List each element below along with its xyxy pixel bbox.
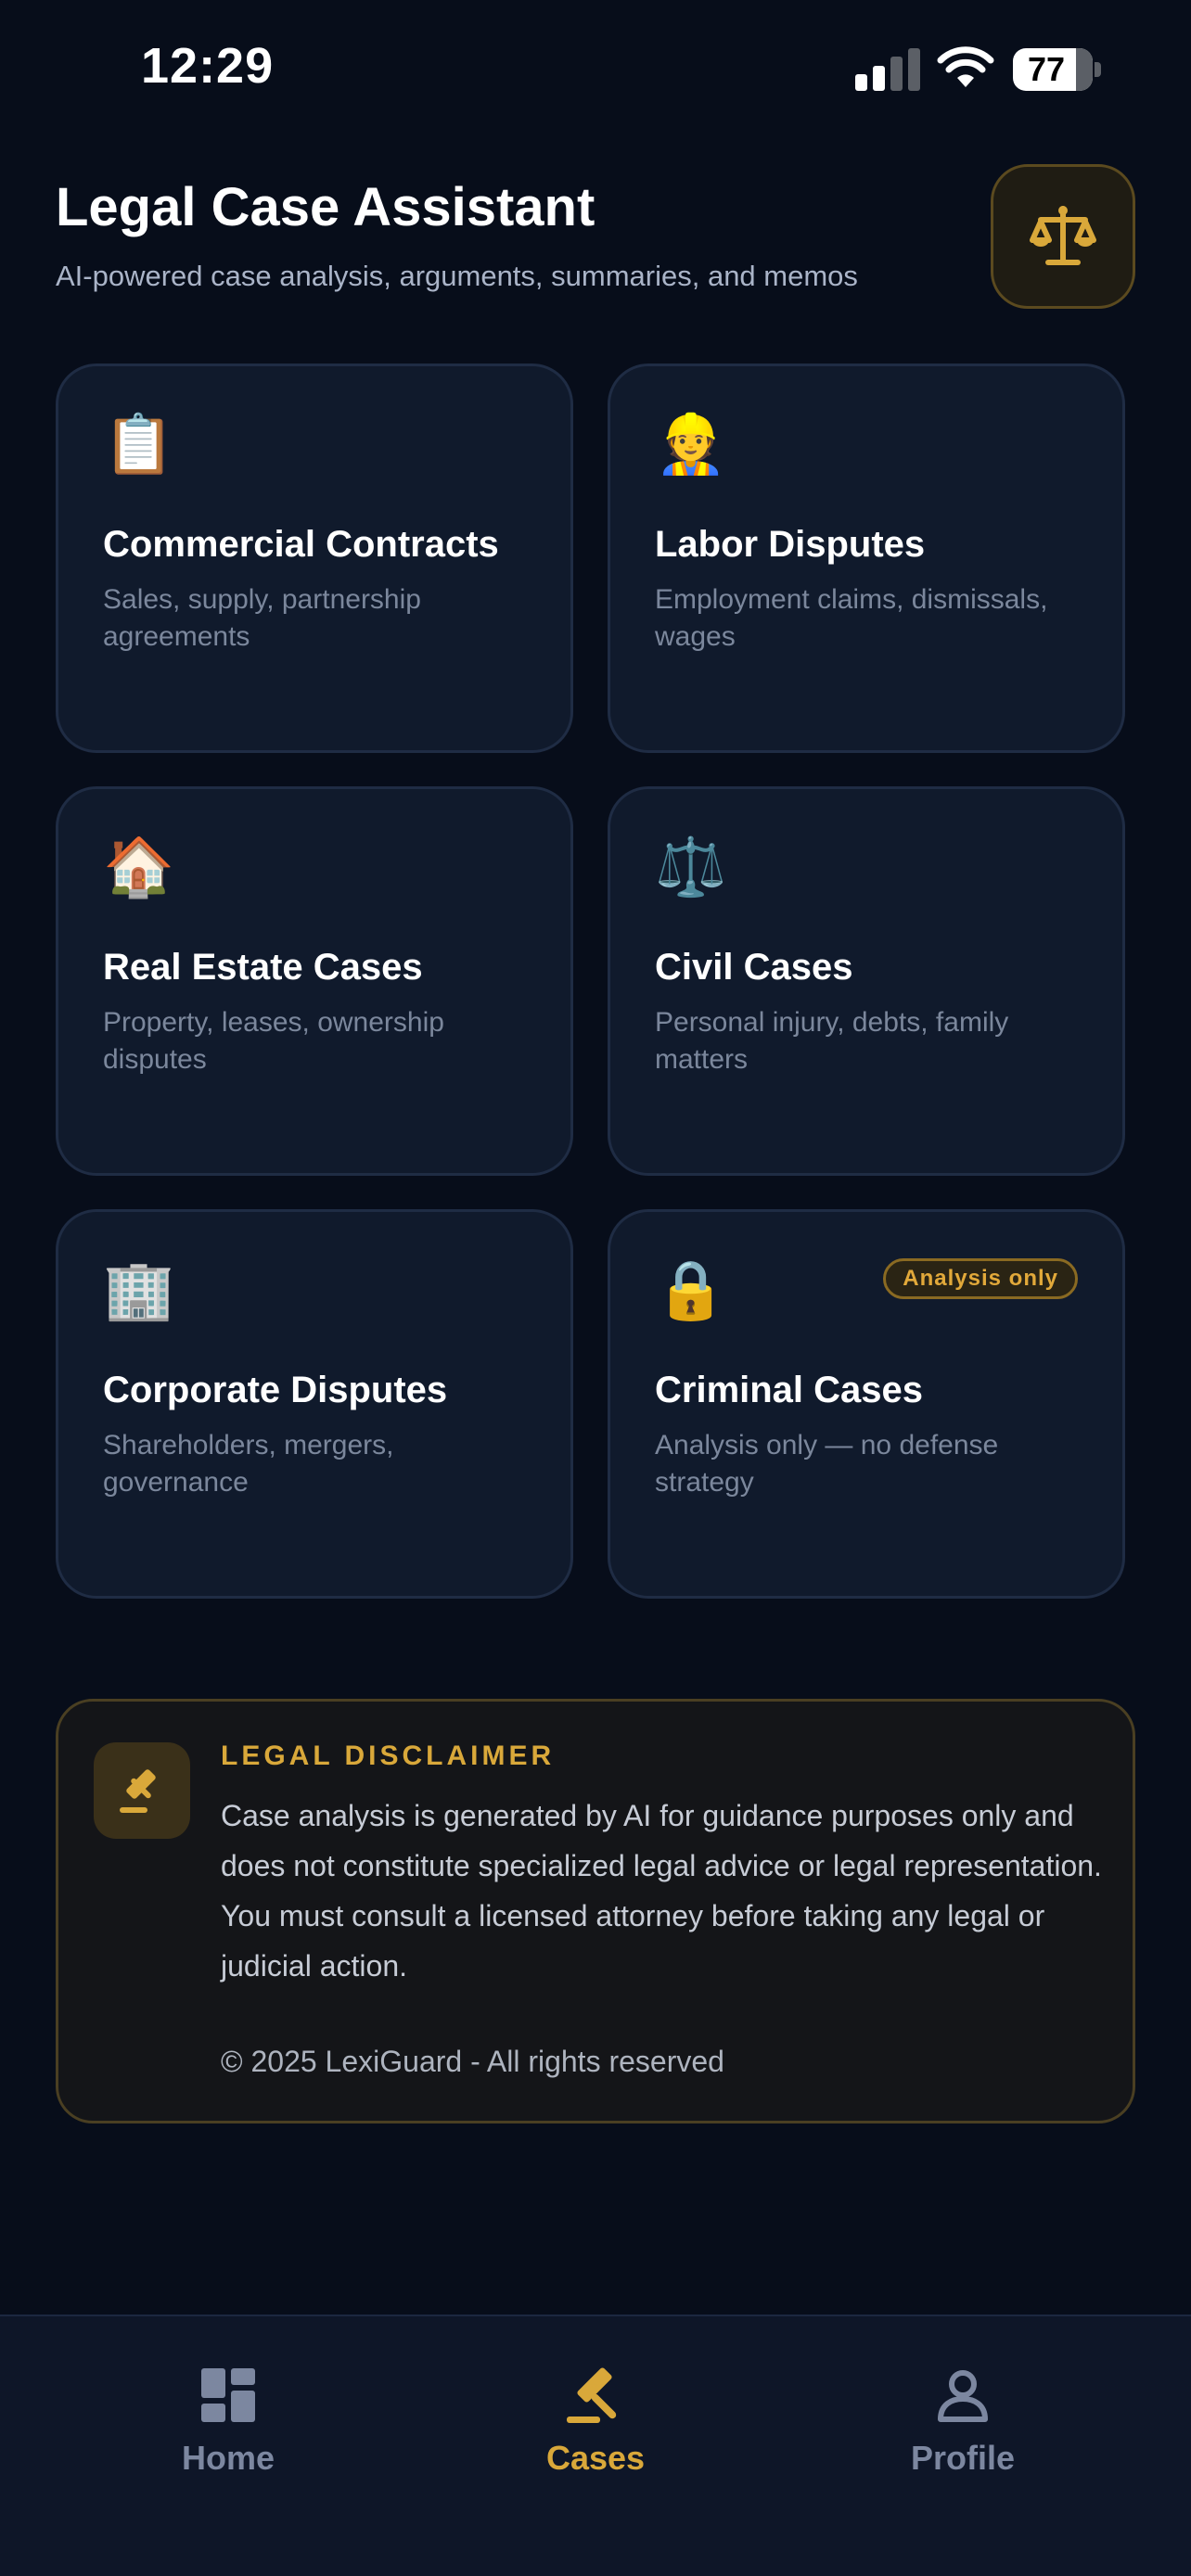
card-description: Personal injury, debts, family matters [655, 1007, 1009, 1075]
card-description: Shareholders, mergers, governance [103, 1430, 394, 1498]
page-subtitle: AI-powered case analysis, arguments, sum… [56, 260, 858, 292]
battery-level: 77 [1027, 50, 1066, 88]
gavel-icon [94, 1742, 190, 1839]
person-icon [930, 2363, 995, 2428]
card-title: Labor Disputes [655, 524, 926, 565]
card-title: Real Estate Cases [103, 947, 423, 988]
tab-cases[interactable]: Cases [456, 2316, 735, 2502]
status-bar: 12:29 77 [0, 0, 1191, 139]
copyright-text: © 2025 LexiGuard - All rights reserved [221, 2045, 724, 2078]
tab-bar: Home Cases Profile [0, 2315, 1191, 2576]
scales-icon [1030, 206, 1096, 265]
card-civil-cases[interactable]: ⚖️ Civil Cases Personal injury, debts, f… [608, 786, 1125, 1176]
card-description: Analysis only — no defense strategy [655, 1430, 999, 1498]
tab-label: Profile [910, 2439, 1016, 2477]
clipboard-icon: 📋 [103, 413, 175, 477]
gavel-icon [563, 2363, 628, 2428]
screen: 12:29 77 Legal Case Assistant AI-powered… [0, 0, 1191, 2576]
worker-icon: 👷 [655, 413, 727, 477]
card-description: Sales, supply, partnership agreements [103, 584, 421, 652]
card-title: Commercial Contracts [103, 524, 499, 565]
card-commercial-contracts[interactable]: 📋 Commercial Contracts Sales, supply, pa… [56, 363, 573, 753]
dashboard-icon [196, 2363, 261, 2428]
card-description: Property, leases, ownership disputes [103, 1007, 444, 1075]
tab-profile[interactable]: Profile [824, 2316, 1102, 2502]
lock-icon: 🔒 [655, 1258, 727, 1322]
analysis-only-badge: Analysis only [883, 1258, 1078, 1299]
card-description: Employment claims, dismissals, wages [655, 584, 1048, 652]
page-title: Legal Case Assistant [56, 177, 596, 237]
legal-disclaimer-panel: LEGAL DISCLAIMER Case analysis is genera… [56, 1699, 1135, 2123]
tab-label: Home [181, 2439, 275, 2477]
cellular-signal-icon [855, 48, 920, 91]
status-time: 12:29 [141, 38, 275, 94]
header-scales-button[interactable] [991, 164, 1135, 309]
tab-label: Cases [545, 2439, 646, 2477]
wifi-icon [937, 46, 994, 87]
card-corporate-disputes[interactable]: 🏢 Corporate Disputes Shareholders, merge… [56, 1209, 573, 1599]
house-icon: 🏠 [103, 835, 175, 899]
card-labor-disputes[interactable]: 👷 Labor Disputes Employment claims, dism… [608, 363, 1125, 753]
disclaimer-text: Case analysis is generated by AI for gui… [221, 1799, 1102, 1983]
battery-icon: 77 [1013, 48, 1102, 91]
card-real-estate-cases[interactable]: 🏠 Real Estate Cases Property, leases, ow… [56, 786, 573, 1176]
card-title: Corporate Disputes [103, 1370, 448, 1410]
card-title: Civil Cases [655, 947, 853, 988]
tab-home[interactable]: Home [89, 2316, 367, 2502]
disclaimer-heading: LEGAL DISCLAIMER [221, 1741, 556, 1771]
card-criminal-cases[interactable]: 🔒 Analysis only Criminal Cases Analysis … [608, 1209, 1125, 1599]
office-building-icon: 🏢 [103, 1258, 175, 1322]
card-title: Criminal Cases [655, 1370, 924, 1410]
scales-icon: ⚖️ [655, 835, 727, 899]
